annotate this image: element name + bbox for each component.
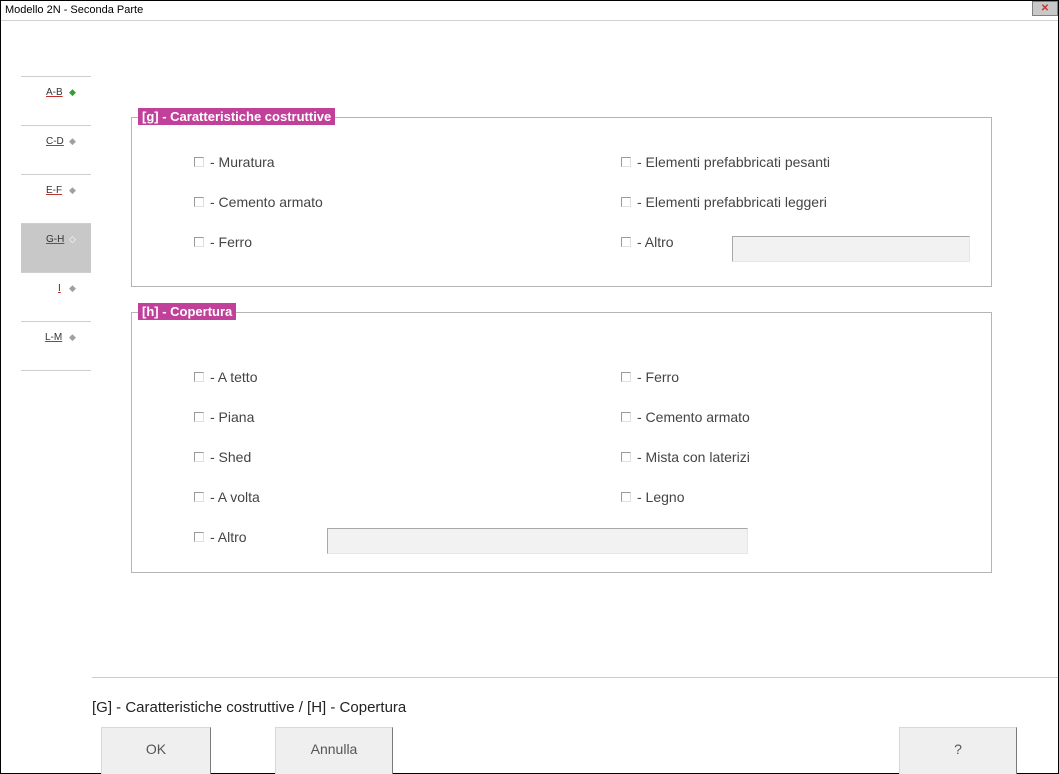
checkbox-mista-laterizi[interactable]: - Mista con laterizi [621, 449, 750, 465]
checkbox-label: - Ferro [210, 234, 252, 250]
tab-status-icon: ◇ [69, 234, 76, 244]
checkbox-a-tetto[interactable]: - A tetto [194, 369, 257, 385]
checkbox-altro-h[interactable]: - Altro [194, 529, 247, 545]
checkbox-box[interactable] [621, 412, 631, 422]
group-title: [g] - Caratteristiche costruttive [138, 108, 336, 125]
tab-i[interactable]: I ◆ [21, 273, 91, 322]
checkbox-label: - Shed [210, 449, 252, 465]
checkbox-box[interactable] [621, 452, 631, 462]
checkbox-label: - Piana [210, 409, 255, 425]
tab-status-icon: ◆ [69, 283, 76, 293]
checkbox-label: - A volta [210, 489, 260, 505]
tab-status-icon: ◆ [69, 87, 76, 97]
tab-label: L-M [45, 332, 63, 343]
checkbox-ferro[interactable]: - Ferro [194, 234, 252, 250]
checkbox-box[interactable] [194, 372, 204, 382]
checkbox-box[interactable] [194, 157, 204, 167]
checkbox-label: - Legno [637, 489, 685, 505]
cancel-button[interactable]: Annulla [275, 727, 393, 774]
checkbox-box[interactable] [621, 237, 631, 247]
tab-label: C-D [46, 136, 64, 147]
tab-status-icon: ◆ [69, 332, 76, 342]
checkbox-label: - Altro [637, 234, 674, 250]
tab-label: I [58, 283, 61, 294]
checkbox-box[interactable] [194, 412, 204, 422]
tab-e-f[interactable]: E-F ◆ [21, 175, 91, 224]
tab-status-icon: ◆ [69, 136, 76, 146]
checkbox-box[interactable] [621, 157, 631, 167]
checkbox-label: - Ferro [637, 369, 679, 385]
tab-status-icon: ◆ [69, 185, 76, 195]
checkbox-ferro-h[interactable]: - Ferro [621, 369, 679, 385]
checkbox-legno[interactable]: - Legno [621, 489, 684, 505]
tab-l-m[interactable]: L-M ◆ [21, 322, 91, 371]
tab-c-d[interactable]: C-D ◆ [21, 126, 91, 175]
checkbox-box[interactable] [621, 492, 631, 502]
close-icon: ✕ [1040, 3, 1050, 14]
tab-g-h[interactable]: G-H ◇ [21, 224, 91, 273]
checkbox-label: - Elementi prefabbricati leggeri [637, 194, 827, 210]
checkbox-prefabbricati-pesanti[interactable]: - Elementi prefabbricati pesanti [621, 154, 830, 170]
group-copertura: [h] - Copertura - A tetto - Piana - Shed… [131, 303, 992, 573]
tab-label: E-F [46, 185, 63, 196]
checkbox-prefabbricati-leggeri[interactable]: - Elementi prefabbricati leggeri [621, 194, 827, 210]
ok-button[interactable]: OK [101, 727, 211, 774]
section-tab-strip: A-B ◆ C-D ◆ E-F ◆ G-H ◇ I ◆ L-M ◆ [21, 76, 91, 371]
checkbox-label: - Altro [210, 529, 247, 545]
checkbox-label: - Cemento armato [637, 409, 750, 425]
checkbox-muratura[interactable]: - Muratura [194, 154, 275, 170]
checkbox-shed[interactable]: - Shed [194, 449, 251, 465]
checkbox-box[interactable] [194, 532, 204, 542]
tab-label: A-B [46, 87, 63, 98]
checkbox-altro-g[interactable]: - Altro [621, 234, 674, 250]
checkbox-box[interactable] [194, 492, 204, 502]
checkbox-cemento-armato-h[interactable]: - Cemento armato [621, 409, 750, 425]
altro-h-input[interactable] [327, 528, 748, 554]
checkbox-box[interactable] [621, 372, 631, 382]
checkbox-label: - Elementi prefabbricati pesanti [637, 154, 830, 170]
checkbox-label: - Cemento armato [210, 194, 323, 210]
checkbox-cemento-armato[interactable]: - Cemento armato [194, 194, 323, 210]
tab-label: G-H [46, 234, 65, 245]
close-button[interactable]: ✕ [1032, 1, 1058, 16]
checkbox-box[interactable] [621, 197, 631, 207]
group-title: [h] - Copertura [138, 303, 237, 320]
altro-g-input[interactable] [732, 236, 970, 262]
window-title: Modello 2N - Seconda Parte [5, 4, 144, 16]
checkbox-box[interactable] [194, 197, 204, 207]
checkbox-box[interactable] [194, 237, 204, 247]
checkbox-box[interactable] [194, 452, 204, 462]
tab-a-b[interactable]: A-B ◆ [21, 77, 91, 126]
checkbox-label: - Muratura [210, 154, 275, 170]
status-text: [G] - Caratteristiche costruttive / [H] … [92, 699, 407, 716]
checkbox-piana[interactable]: - Piana [194, 409, 254, 425]
checkbox-label: - Mista con laterizi [637, 449, 750, 465]
title-bar: Modello 2N - Seconda Parte ✕ [1, 1, 1058, 21]
group-caratteristiche-costruttive: [g] - Caratteristiche costruttive - Mura… [131, 108, 992, 287]
checkbox-a-volta[interactable]: - A volta [194, 489, 260, 505]
help-button[interactable]: ? [899, 727, 1017, 774]
checkbox-label: - A tetto [210, 369, 258, 385]
dialog-window: Modello 2N - Seconda Parte ✕ A-B ◆ C-D ◆… [0, 0, 1059, 774]
divider [92, 677, 1058, 678]
